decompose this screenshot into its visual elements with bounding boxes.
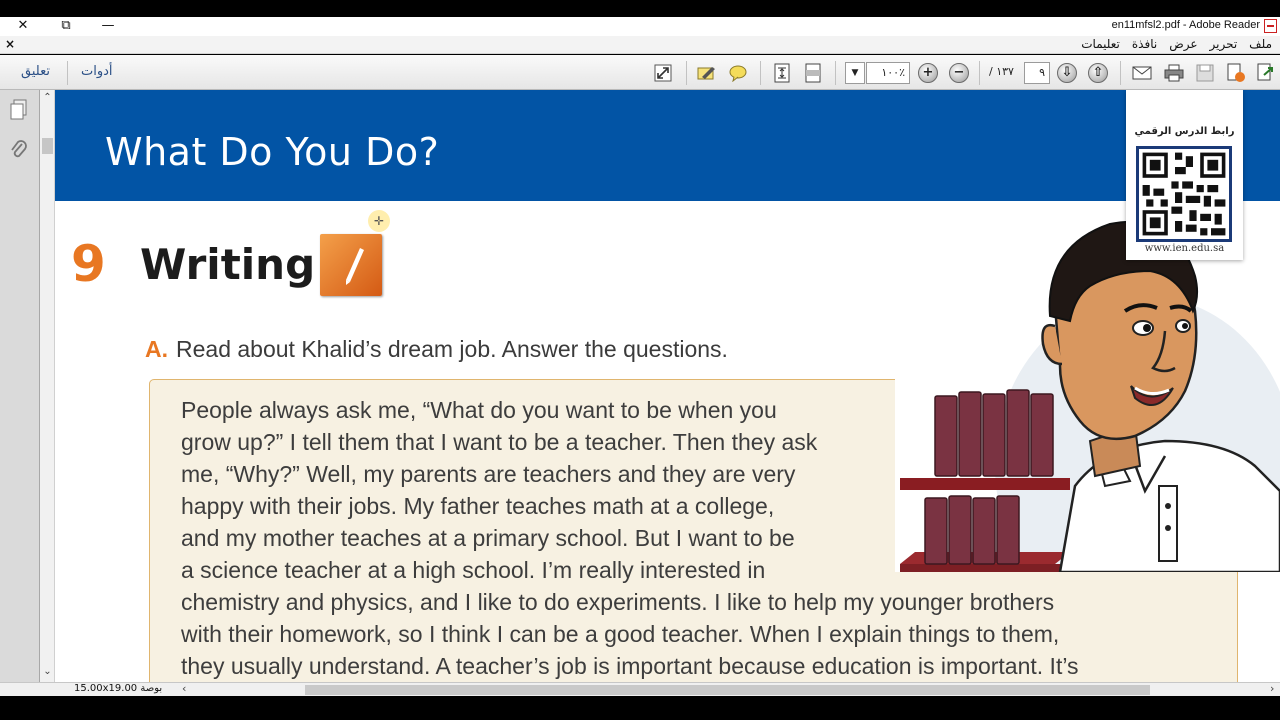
- share-icon[interactable]: [1255, 62, 1277, 84]
- pdf-app-icon: [1264, 19, 1277, 33]
- section-number: 9: [71, 235, 106, 293]
- scroll-right-arrow-icon[interactable]: ›: [1270, 682, 1274, 695]
- navigation-pane: [0, 90, 40, 682]
- window-title: en11mfsl2.pdf - Adobe Reader: [1111, 19, 1260, 31]
- fit-page-icon[interactable]: [771, 62, 793, 84]
- zoom-out-button[interactable]: −: [949, 63, 969, 83]
- khalid-illustration: [895, 216, 1280, 572]
- tools-pane-link[interactable]: أدوات: [81, 64, 113, 79]
- toolbar-divider: [835, 61, 836, 85]
- page-number-input[interactable]: ٩: [1024, 62, 1050, 84]
- passage-line: with their homework, so I think I can be…: [181, 621, 1060, 647]
- close-window-button[interactable]: ✕: [6, 17, 40, 36]
- menu-list: ملف تحرير عرض نافذة تعليمات: [1081, 37, 1272, 51]
- zoom-level-input[interactable]: ١٠٠٪: [866, 62, 910, 84]
- passage-line: they usually understand. A teacher’s job…: [181, 653, 1079, 679]
- scroll-down-arrow-icon[interactable]: ⌄: [42, 666, 53, 677]
- toolbar: تعليق أدوات ▼ ١٠٠٪ + − / ١٣٧ ٩ ⇩ ⇧: [0, 55, 1280, 90]
- adobe-reader-window: ✕ ⧉ — en11mfsl2.pdf - Adobe Reader × ملف…: [0, 0, 1280, 720]
- close-document-button[interactable]: ×: [5, 37, 15, 51]
- previous-page-button[interactable]: ⇧: [1088, 63, 1108, 83]
- zoom-in-button[interactable]: +: [918, 63, 938, 83]
- scroll-left-arrow-icon[interactable]: ‹: [182, 682, 186, 695]
- sign-pen-icon[interactable]: [696, 62, 718, 84]
- horizontal-scroll-thumb[interactable]: [305, 685, 1150, 695]
- fit-width-icon[interactable]: [802, 62, 824, 84]
- menu-edit[interactable]: تحرير: [1210, 37, 1238, 51]
- fullscreen-icon[interactable]: [652, 62, 674, 84]
- toolbar-divider: [1120, 61, 1121, 85]
- toolbar-divider: [979, 61, 980, 85]
- qr-code-icon[interactable]: [1136, 146, 1232, 242]
- status-bar: 15.00x19.00 بوصة ‹ ›: [0, 682, 1280, 696]
- sticky-note-icon[interactable]: [727, 62, 749, 84]
- toolbar-divider: [67, 61, 68, 85]
- question-text: Read about Khalid’s dream job. Answer th…: [176, 336, 728, 362]
- create-pdf-icon[interactable]: [1225, 62, 1247, 84]
- section-title: Writing: [140, 240, 316, 289]
- restore-window-button[interactable]: ⧉: [49, 17, 83, 36]
- menu-window[interactable]: نافذة: [1132, 37, 1157, 51]
- next-page-button[interactable]: ⇩: [1057, 63, 1077, 83]
- digital-lesson-qr-card[interactable]: رابط الدرس الرقمي www.ien.edu.sa: [1126, 90, 1243, 260]
- toolbar-divider: [760, 61, 761, 85]
- print-icon[interactable]: [1163, 62, 1185, 84]
- menu-help[interactable]: تعليمات: [1081, 37, 1120, 51]
- email-icon[interactable]: [1131, 62, 1153, 84]
- vertical-scrollbar[interactable]: ⌃ ⌄: [40, 90, 55, 682]
- lesson-title: What Do You Do?: [105, 130, 440, 174]
- question-letter: A.: [145, 336, 168, 362]
- page-count-label: / ١٣٧: [989, 65, 1014, 78]
- scroll-thumb[interactable]: [42, 138, 53, 154]
- attachments-paperclip-icon[interactable]: [8, 139, 30, 161]
- menu-bar: × ملف تحرير عرض نافذة تعليمات: [0, 36, 1280, 54]
- menu-file[interactable]: ملف: [1249, 37, 1272, 51]
- toolbar-divider: [686, 61, 687, 85]
- save-icon[interactable]: [1194, 62, 1216, 84]
- qr-label: رابط الدرس الرقمي: [1134, 126, 1235, 137]
- comment-pane-link[interactable]: تعليق: [21, 64, 50, 79]
- minimize-window-button[interactable]: —: [91, 17, 125, 36]
- page-thumbnails-icon[interactable]: [8, 99, 30, 121]
- zoom-dropdown-button[interactable]: ▼: [845, 62, 865, 84]
- lesson-banner: What Do You Do?: [55, 90, 1280, 201]
- pencil-icon: [320, 234, 382, 296]
- page-size-label: 15.00x19.00 بوصة: [74, 683, 163, 694]
- menu-view[interactable]: عرض: [1169, 37, 1197, 51]
- qr-url: www.ien.edu.sa: [1144, 243, 1225, 254]
- cursor-icon: ✛: [368, 210, 390, 232]
- document-page: What Do You Do? 9 Writing ✛ A. Read about…: [55, 90, 1280, 682]
- scroll-up-arrow-icon[interactable]: ⌃: [42, 92, 53, 103]
- question-prompt: A. Read about Khalid’s dream job. Answer …: [145, 336, 728, 363]
- passage-line: chemistry and physics, and I like to do …: [181, 589, 1055, 615]
- title-bar: ✕ ⧉ — en11mfsl2.pdf - Adobe Reader: [0, 17, 1280, 36]
